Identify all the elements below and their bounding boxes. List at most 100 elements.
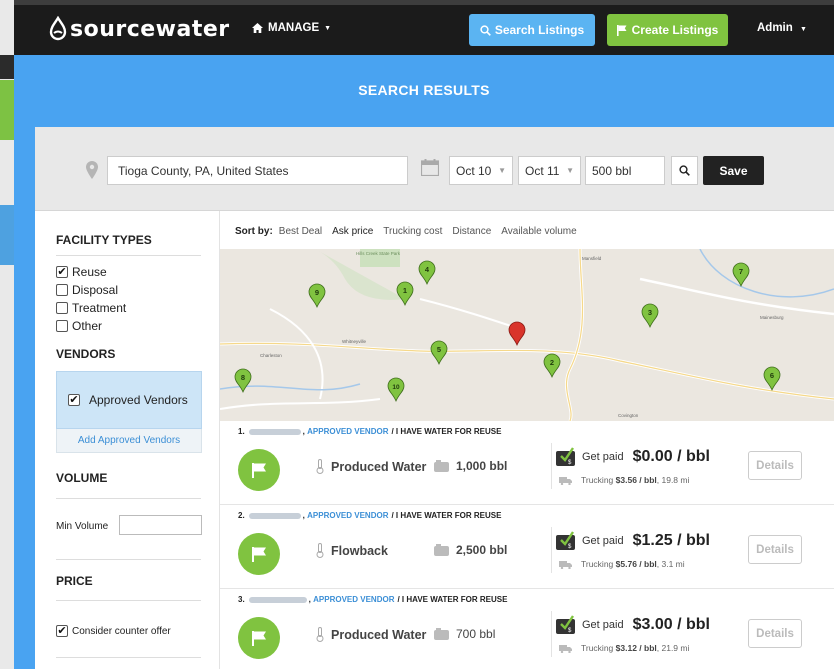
water-type-label: Flowback	[331, 543, 388, 558]
divider	[56, 657, 201, 658]
checkbox-checked-icon: ✔	[68, 393, 80, 406]
approved-vendor-badge: APPROVED VENDOR	[307, 511, 389, 520]
home-icon	[252, 23, 263, 33]
divider	[56, 559, 201, 560]
divider	[551, 527, 552, 573]
approved-vendors-checkbox[interactable]: ✔ Approved Vendors	[56, 371, 202, 429]
map-marker-label: 7	[739, 267, 743, 276]
listing-tag: / I HAVE WATER FOR REUSE	[391, 511, 502, 520]
trucking-prefix: Trucking	[581, 643, 614, 653]
chevron-down-icon: ▼	[498, 166, 506, 175]
approved-vendors-label: Approved Vendors	[89, 393, 188, 407]
get-paid-price: $ Get paid $0.00 / bbl	[556, 447, 710, 466]
sort-trucking-cost[interactable]: Trucking cost	[383, 226, 442, 237]
results-map[interactable]: Hills Creek State Park Mansfield Whitney…	[220, 249, 834, 421]
location-pin-icon	[86, 161, 98, 179]
volume-heading: VOLUME	[56, 471, 108, 485]
facility-other-label: Other	[72, 319, 103, 333]
map-marker-label: 1	[403, 286, 407, 295]
money-check-icon: $	[556, 615, 575, 634]
sort-distance[interactable]: Distance	[452, 226, 491, 237]
tank-icon	[434, 628, 449, 640]
create-listings-button[interactable]: Create Listings	[607, 14, 728, 46]
logo[interactable]: sourcewater	[47, 14, 230, 44]
background-window-edge	[0, 0, 14, 669]
divider	[56, 255, 201, 256]
thermometer-icon	[316, 627, 324, 642]
divider	[551, 443, 552, 489]
listing-row[interactable]: 2. , APPROVED VENDOR / I HAVE WATER FOR …	[220, 505, 834, 589]
add-approved-vendors-link[interactable]: Add Approved Vendors	[56, 429, 202, 453]
facility-types-heading: FACILITY TYPES	[56, 233, 152, 247]
redacted-vendor-name	[248, 428, 301, 435]
volume: 1,000 bbl	[434, 459, 507, 473]
checkbox-checked-icon: ✔	[56, 265, 68, 278]
top-navbar: sourcewater MANAGE ▼ Search Listings Cre…	[14, 5, 834, 55]
redacted-vendor-name	[248, 596, 307, 603]
save-button[interactable]: Save	[703, 156, 764, 185]
checkbox-unchecked-icon	[56, 302, 68, 314]
flag-icon	[238, 617, 280, 659]
create-listings-label: Create Listings	[631, 23, 719, 37]
water-type-label: Produced Water	[331, 627, 427, 642]
counter-offer-checkbox[interactable]: ✔ Consider counter offer	[56, 625, 171, 637]
map-label-charleston: Charleston	[260, 353, 282, 358]
volume: 2,500 bbl	[434, 543, 507, 557]
details-button[interactable]: Details	[748, 535, 802, 564]
admin-menu[interactable]: Admin ▼	[757, 22, 807, 34]
vendors-heading: VENDORS	[56, 347, 116, 361]
counter-offer-label: Consider counter offer	[72, 625, 171, 637]
map-marker-label: 10	[392, 384, 400, 391]
sort-ask-price[interactable]: Ask price	[332, 226, 373, 237]
search-icon	[679, 165, 690, 176]
volume-input[interactable]: 500 bbl	[585, 156, 665, 185]
facility-reuse-checkbox[interactable]: ✔ Reuse	[56, 265, 107, 279]
sort-bar: Sort by: Best Deal Ask price Trucking co…	[235, 226, 577, 237]
location-input[interactable]: Tioga County, PA, United States	[107, 156, 408, 185]
checkbox-checked-icon: ✔	[56, 624, 68, 637]
sort-best-deal[interactable]: Best Deal	[279, 226, 322, 237]
date-to-select[interactable]: Oct 11 ▼	[518, 156, 581, 185]
facility-reuse-label: Reuse	[72, 265, 107, 279]
search-button[interactable]	[671, 156, 698, 185]
truck-icon	[559, 476, 572, 485]
facility-treatment-checkbox[interactable]: Treatment	[56, 301, 126, 315]
search-listings-button[interactable]: Search Listings	[469, 14, 595, 46]
divider	[56, 600, 201, 601]
water-type: Produced Water	[316, 459, 426, 474]
listing-header: 2. , APPROVED VENDOR / I HAVE WATER FOR …	[238, 511, 502, 520]
results-main: Sort by: Best Deal Ask price Trucking co…	[220, 211, 834, 669]
price-value: $0.00 / bbl	[632, 447, 710, 465]
chevron-down-icon: ▼	[566, 166, 574, 175]
flag-icon	[616, 24, 627, 36]
date-from-select[interactable]: Oct 10 ▼	[449, 156, 513, 185]
map-label-hills-creek: Hills Creek State Park	[356, 251, 401, 256]
trucking-cost: $5.76 / bbl	[615, 559, 657, 569]
min-volume-label: Min Volume	[56, 521, 109, 532]
water-drop-logo-icon	[49, 16, 67, 41]
listing-index: 3.	[238, 595, 245, 604]
map-canvas: Hills Creek State Park Mansfield Whitney…	[220, 249, 834, 421]
flag-icon	[238, 533, 280, 575]
sort-available-volume[interactable]: Available volume	[501, 226, 576, 237]
listing-row[interactable]: 3. , APPROVED VENDOR / I HAVE WATER FOR …	[220, 589, 834, 669]
facility-disposal-checkbox[interactable]: Disposal	[56, 283, 118, 297]
filter-sidebar: FACILITY TYPES ✔ Reuse Disposal Treatmen…	[35, 211, 220, 669]
map-marker-label: 2	[550, 358, 554, 367]
details-button[interactable]: Details	[748, 451, 802, 480]
manage-menu[interactable]: MANAGE ▼	[252, 22, 331, 34]
listing-header: 1. , APPROVED VENDOR / I HAVE WATER FOR …	[238, 427, 502, 436]
trucking-info: Trucking $3.12 / bbl, 21.9 mi	[559, 643, 689, 653]
date-from-value: Oct 10	[456, 163, 492, 178]
details-button[interactable]: Details	[748, 619, 802, 648]
redacted-vendor-name	[248, 512, 301, 519]
price-value: $3.00 / bbl	[632, 615, 710, 633]
map-label-mainesburg: Mainesburg	[760, 315, 784, 320]
truck-icon	[559, 560, 572, 569]
trucking-distance: , 3.1 mi	[656, 559, 685, 569]
search-icon	[480, 24, 491, 36]
min-volume-input[interactable]	[119, 515, 202, 535]
facility-other-checkbox[interactable]: Other	[56, 319, 102, 333]
listing-row[interactable]: 1. , APPROVED VENDOR / I HAVE WATER FOR …	[220, 421, 834, 505]
trucking-cost: $3.12 / bbl	[615, 643, 657, 653]
